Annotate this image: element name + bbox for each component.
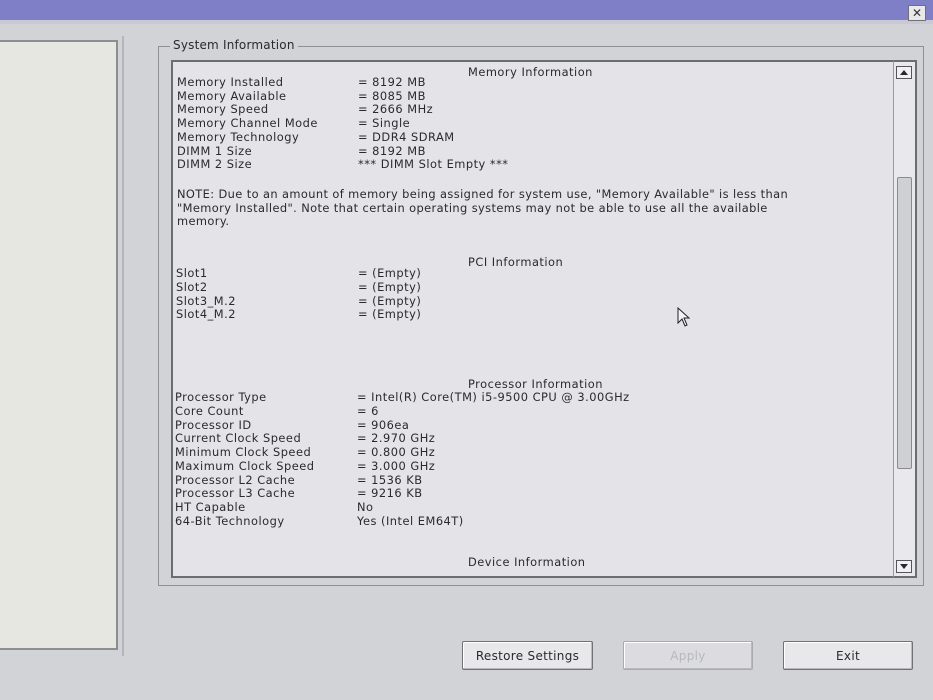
processor-row-value: = 906ea [357,417,410,432]
close-icon: ✕ [911,6,923,20]
memory-row-label: Memory Installed [177,75,284,89]
memory-row-label: DIMM 1 Size [177,143,253,158]
processor-row-label: Current Clock Speed [175,431,302,446]
pci-row-value: = (Empty) [358,266,422,280]
memory-row-label: Memory Available [177,88,287,103]
memory-row-value: = 8192 MB [358,75,426,89]
scroll-down-icon [900,564,908,569]
memory-row-value: = DDR4 SDRAM [358,129,455,144]
navigation-pane[interactable] [0,40,118,650]
processor-row-value: No [357,500,374,514]
close-button[interactable]: ✕ [908,5,926,21]
processor-row-label: Core Count [175,403,244,418]
apply-button[interactable]: Apply [623,641,753,670]
scroll-up-button[interactable] [896,66,912,79]
pci-row-value: = (Empty) [358,293,422,308]
window-title-bar [0,0,933,20]
processor-row-value: = Intel(R) Core(TM) i5-9500 CPU @ 3.00GH… [357,390,630,404]
memory-note: NOTE: Due to an amount of memory being a… [177,187,789,229]
device-section-header: Device Information [468,555,586,569]
scroll-up-icon [900,70,908,75]
pci-row-label: Slot2 [176,279,208,294]
exit-button[interactable]: Exit [783,641,913,670]
memory-row-label: DIMM 2 Size [177,157,253,172]
memory-row-value: = 8085 MB [358,88,426,103]
pci-row-value: = (Empty) [358,279,422,294]
processor-row-value: = 6 [357,403,379,418]
pci-row-label: Slot1 [176,266,208,280]
processor-row-value: = 9216 KB [357,486,423,501]
memory-row-value: *** DIMM Slot Empty *** [358,157,509,172]
processor-row-value: = 1536 KB [357,472,423,487]
processor-row-label: Processor Type [175,390,267,404]
memory-row-label: Memory Channel Mode [177,116,318,131]
scroll-down-button[interactable] [896,560,912,573]
memory-row-value: = 8192 MB [358,143,426,158]
scrollbar-thumb[interactable] [897,177,912,469]
pci-row-label: Slot3_M.2 [176,293,236,308]
pci-row-label: Slot4_M.2 [176,307,236,322]
processor-row-label: Processor L2 Cache [175,472,296,487]
pci-row-value: = (Empty) [358,307,422,322]
pci-section-header: PCI Information [468,255,564,269]
processor-row-value: = 3.000 GHz [357,458,436,473]
title-bar-shadow [0,20,933,24]
vertical-scrollbar[interactable] [893,60,917,578]
memory-row-value: = Single [358,116,411,131]
memory-row-label: Memory Technology [177,129,300,144]
memory-row-label: Memory Speed [177,102,269,117]
processor-row-label: Minimum Clock Speed [175,445,312,459]
mouse-pointer-icon [677,307,691,327]
processor-row-value: Yes (Intel EM64T) [357,513,464,528]
memory-row-value: = 2666 MHz [358,102,434,117]
processor-row-label: Processor ID [175,417,252,432]
processor-row-label: Maximum Clock Speed [175,458,315,473]
processor-row-label: 64-Bit Technology [175,513,285,528]
group-title: System Information [170,38,298,52]
processor-row-value: = 0.800 GHz [357,445,436,459]
processor-row-value: = 2.970 GHz [357,431,436,446]
memory-section-header: Memory Information [468,65,593,79]
processor-section-header: Processor Information [468,377,603,391]
restore-settings-button[interactable]: Restore Settings [462,641,593,670]
processor-row-label: Processor L3 Cache [175,486,296,501]
processor-row-label: HT Capable [175,500,246,514]
